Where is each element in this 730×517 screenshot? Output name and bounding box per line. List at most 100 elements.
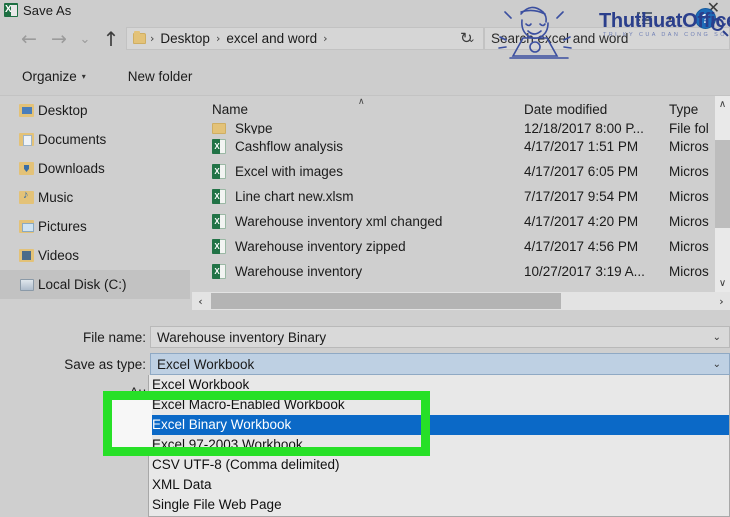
table-row[interactable]: Warehouse inventory xml changed 4/17/2017…: [192, 209, 730, 234]
scroll-down-icon[interactable]: ∨: [715, 275, 730, 292]
sidebar-item-music[interactable]: Music: [0, 183, 190, 212]
type-cell: Micros: [669, 239, 709, 254]
file-list: Name ∧ Date modified Type ∧ Skype 12/18/2…: [192, 96, 730, 320]
table-row[interactable]: Warehouse inventory zipped 4/17/2017 4:56…: [192, 234, 730, 259]
excel-file-icon: [212, 139, 226, 154]
date-modified-cell: 4/17/2017 4:20 PM: [524, 214, 638, 229]
file-list-horizontal-scrollbar[interactable]: ‹ ›: [192, 292, 730, 310]
recent-locations-button[interactable]: ⌄: [74, 24, 96, 54]
table-row[interactable]: Warehouse inventory 10/27/2017 3:19 A... M…: [192, 259, 730, 284]
chevron-down-icon[interactable]: ⌄: [713, 332, 721, 343]
search-placeholder: Search excel and word: [491, 31, 628, 46]
scroll-right-icon[interactable]: ›: [713, 292, 730, 310]
date-modified-cell: 10/27/2017 3:19 A...: [524, 264, 645, 279]
table-row[interactable]: Cashflow analysis4/17/2017 1:51 PMMicros: [192, 134, 730, 159]
table-row[interactable]: Line chart new.xlsm7/17/2017 9:54 PMMicr…: [192, 184, 730, 209]
view-layout-icon[interactable]: [637, 12, 652, 25]
back-button[interactable]: ←: [14, 24, 44, 54]
type-cell: Micros: [669, 264, 709, 279]
file-name-cell: Cashflow analysis: [235, 139, 343, 154]
sidebar-item-pictures[interactable]: Pictures: [0, 212, 190, 241]
file-list-scrollbar[interactable]: ∧ ∨: [715, 96, 730, 292]
address-bar[interactable]: › Desktop › excel and word › ⌄: [126, 27, 484, 50]
file-name-cell: Warehouse inventory xml changed: [235, 214, 442, 229]
table-row[interactable]: Skype12/18/2017 8:00 P...File fol: [192, 122, 730, 134]
file-name-input[interactable]: Warehouse inventory Binary ⌄: [150, 326, 730, 348]
search-input[interactable]: Search excel and word: [484, 27, 730, 50]
refresh-icon[interactable]: ↻: [460, 29, 473, 47]
videos-icon: [19, 249, 34, 262]
file-name-label: File name:: [40, 330, 146, 345]
date-modified-cell: 4/17/2017 4:56 PM: [524, 239, 638, 254]
save-as-type-label: Save as type:: [40, 357, 146, 372]
sort-ascending-icon: ∧: [358, 97, 365, 107]
sidebar-item-desktop[interactable]: Desktop: [0, 96, 190, 125]
file-name-cell: Line chart new.xlsm: [235, 189, 354, 204]
horizontal-scrollbar-thumb[interactable]: [211, 293, 561, 309]
table-row[interactable]: Excel with images4/17/2017 6:05 PMMicros: [192, 159, 730, 184]
scroll-up-icon[interactable]: ∧: [715, 96, 730, 113]
sidebar-item-label: Desktop: [38, 103, 88, 118]
dropdown-option[interactable]: CSV UTF-8 (Comma delimited): [149, 455, 729, 475]
excel-file-icon: [212, 264, 226, 279]
scrollbar-thumb[interactable]: [715, 140, 730, 228]
pictures-icon: [19, 220, 34, 233]
new-folder-button[interactable]: New folder: [128, 69, 193, 84]
excel-file-icon: [212, 214, 226, 229]
sidebar-item-downloads[interactable]: Downloads: [0, 154, 190, 183]
chevron-down-icon[interactable]: ▾: [668, 14, 672, 23]
sidebar-item-label: Local Disk (C:): [38, 277, 127, 292]
date-modified-cell: 12/18/2017 8:00 P...: [524, 122, 644, 134]
column-header-name[interactable]: Name: [212, 102, 248, 117]
folder-icon: [133, 33, 146, 44]
excel-icon: X: [4, 3, 18, 17]
chevron-down-icon: ▾: [82, 72, 86, 81]
downloads-icon: [19, 162, 34, 175]
dropdown-option[interactable]: Single File Web Page: [149, 495, 729, 515]
column-header-date-modified[interactable]: Date modified: [524, 102, 607, 117]
type-cell: Micros: [669, 164, 709, 179]
column-header-type[interactable]: Type: [669, 102, 698, 117]
breadcrumb-separator-2: ›: [319, 32, 331, 45]
breadcrumb-item-folder[interactable]: excel and word: [224, 31, 319, 46]
excel-file-icon: [212, 189, 226, 204]
sidebar-item-label: Documents: [38, 132, 106, 147]
sidebar-item-label: Music: [38, 190, 73, 205]
navigation-pane: Desktop Documents Downloads Music Pictures Vi…: [0, 96, 190, 320]
date-modified-cell: 4/17/2017 6:05 PM: [524, 164, 638, 179]
save-as-type-select[interactable]: Excel Workbook ⌄: [150, 353, 730, 375]
save-as-type-value: Excel Workbook: [157, 357, 254, 372]
column-headers: Name ∧ Date modified Type ∧: [192, 96, 730, 122]
title-bar: X Save As ✕: [0, 0, 730, 20]
file-name-cell: Warehouse inventory: [235, 264, 362, 279]
save-as-dialog: X Save As ✕ ← → ⌄ ↑ › Desktop › excel an…: [0, 0, 730, 517]
help-button[interactable]: ?: [695, 8, 716, 29]
annotation-highlight-box: [103, 391, 430, 456]
breadcrumb-separator-1: ›: [212, 32, 224, 45]
organize-button[interactable]: Organize ▾: [22, 69, 86, 84]
sidebar-item-label: Downloads: [38, 161, 105, 176]
toolbar: Organize ▾ New folder: [0, 58, 730, 96]
sidebar-item-documents[interactable]: Documents: [0, 125, 190, 154]
sidebar-item-label: Videos: [38, 248, 79, 263]
scroll-left-icon[interactable]: ‹: [192, 292, 209, 310]
breadcrumb-item-desktop[interactable]: Desktop: [158, 31, 212, 46]
chevron-down-icon[interactable]: ⌄: [713, 359, 721, 370]
dropdown-option[interactable]: XML Data: [149, 475, 729, 495]
folder-icon: [212, 123, 226, 134]
file-name-cell: Warehouse inventory zipped: [235, 239, 406, 254]
documents-icon: [19, 133, 34, 146]
music-icon: [19, 191, 34, 204]
window-title: Save As: [23, 3, 71, 18]
file-name-value: Warehouse inventory Binary: [157, 330, 326, 345]
file-name-cell: Skype: [235, 122, 273, 134]
sidebar-item-local-disk-c[interactable]: Local Disk (C:): [0, 270, 190, 299]
type-cell: Micros: [669, 214, 709, 229]
up-button[interactable]: ↑: [96, 24, 126, 54]
excel-file-icon: [212, 239, 226, 254]
sidebar-item-videos[interactable]: Videos: [0, 241, 190, 270]
date-modified-cell: 7/17/2017 9:54 PM: [524, 189, 638, 204]
organize-label: Organize: [22, 69, 77, 84]
desktop-icon: [19, 104, 34, 117]
forward-button[interactable]: →: [44, 24, 74, 54]
